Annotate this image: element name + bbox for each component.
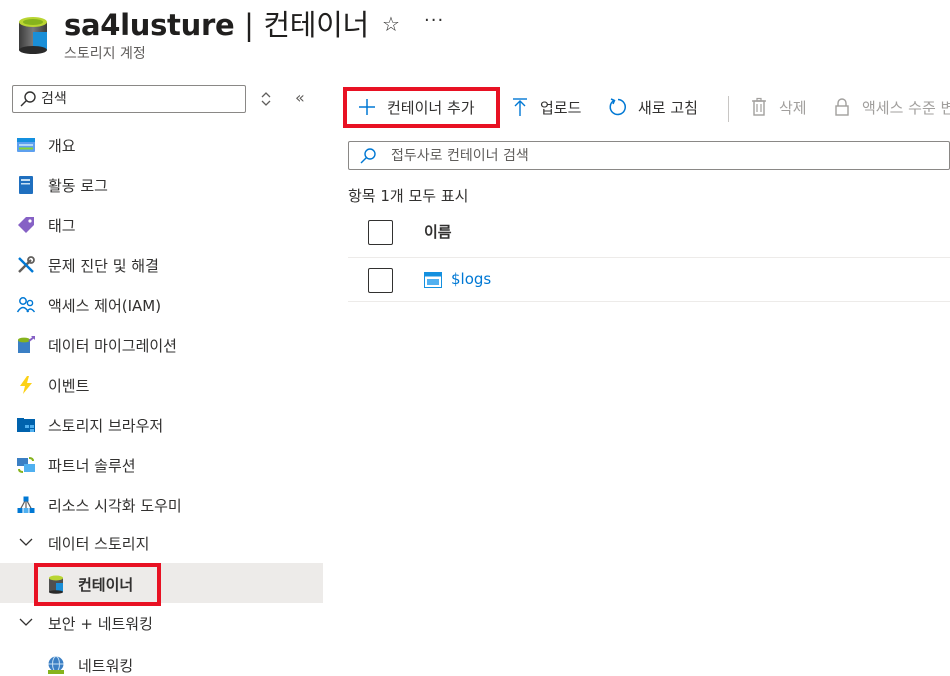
lightning-icon [20, 376, 32, 394]
sidebar-item-tags[interactable]: 태그 [0, 204, 323, 244]
upload-button[interactable]: 업로드 [510, 87, 581, 127]
sidebar-item-events[interactable]: 이벤트 [0, 364, 323, 404]
toolbar-divider [728, 96, 729, 122]
partner-icon [17, 457, 35, 473]
title-separator: | [244, 8, 254, 42]
page-header: sa4lusture | 컨테이너 ☆ ··· 스토리지 계정 [0, 0, 950, 70]
container-filter-input[interactable] [391, 145, 911, 167]
select-all-checkbox[interactable] [368, 220, 393, 245]
title-section: 컨테이너 [263, 8, 369, 42]
overview-icon [17, 138, 35, 152]
delete-button[interactable]: 삭제 [749, 87, 807, 127]
container-row-icon [424, 272, 442, 288]
data-migration-icon [18, 336, 35, 353]
sidebar-item-partner-solutions[interactable]: 파트너 솔루션 [0, 444, 323, 484]
sidebar-item-diagnose[interactable]: 문제 진단 및 해결 [0, 244, 323, 284]
trash-icon [752, 97, 766, 116]
item-count: 항목 1개 모두 표시 [348, 187, 469, 205]
sidebar-item-storage-browser[interactable]: 스토리지 브라우저 [0, 404, 323, 444]
diagnose-icon [18, 256, 35, 273]
sidebar-group-data-storage[interactable]: 데이터 스토리지 [0, 522, 323, 562]
storage-browser-icon [17, 418, 35, 432]
sidebar-item-label: 문제 진단 및 해결 [48, 257, 159, 275]
row-checkbox[interactable] [368, 268, 393, 293]
ellipsis-icon[interactable]: ··· [424, 10, 444, 31]
sidebar-item-label: 스토리지 브라우저 [48, 417, 164, 435]
sidebar-item-label: 리소스 시각화 도우미 [48, 497, 182, 515]
chevron-down-icon [19, 618, 33, 626]
sidebar-item-iam[interactable]: 액세스 제어(IAM) [0, 284, 323, 324]
sidebar-group-label: 보안 + 네트워킹 [48, 615, 153, 633]
sidebar-item-label: 액세스 제어(IAM) [48, 297, 162, 315]
iam-icon [16, 297, 36, 313]
table-row[interactable]: $logs [348, 258, 950, 302]
sidebar-item-label: 파트너 솔루션 [48, 457, 136, 475]
search-icon [20, 91, 36, 107]
upload-icon [513, 98, 527, 116]
networking-icon [48, 656, 64, 674]
collapse-sidebar-icon[interactable]: « [295, 88, 305, 107]
plus-icon [359, 99, 375, 115]
sidebar-group-label: 데이터 스토리지 [48, 535, 150, 553]
sidebar-item-label: 개요 [48, 137, 76, 155]
sort-updown-icon[interactable] [259, 90, 273, 108]
change-access-level-button[interactable]: 액세스 수준 변경 [832, 87, 950, 127]
sidebar-item-label: 태그 [48, 217, 76, 235]
refresh-icon [609, 98, 626, 116]
sidebar-group-security-networking[interactable]: 보안 + 네트워킹 [0, 602, 323, 642]
refresh-button[interactable]: 새로 고침 [608, 87, 698, 127]
column-header-name[interactable]: 이름 [424, 221, 452, 242]
tag-icon [18, 217, 34, 233]
search-icon [360, 148, 376, 164]
sidebar-search-input[interactable] [41, 88, 241, 110]
container-icon [49, 575, 63, 594]
sidebar-item-activity-log[interactable]: 활동 로그 [0, 164, 323, 204]
sidebar-item-label: 네트워킹 [78, 657, 134, 675]
activity-log-icon [19, 176, 33, 194]
resource-visualizer-icon [17, 496, 35, 513]
sidebar-item-data-migration[interactable]: 데이터 마이그레이션 [0, 324, 323, 364]
add-container-label: 컨테이너 추가 [387, 98, 475, 117]
container-name-link[interactable]: $logs [451, 270, 491, 288]
sidebar-search[interactable] [12, 85, 246, 113]
sidebar-item-label: 컨테이너 [78, 576, 134, 594]
command-bar: 컨테이너 추가 업로드 새로 고침 삭제 액세스 수준 변경 [343, 87, 950, 127]
page-subtitle: 스토리지 계정 [64, 46, 146, 62]
page-title: sa4lusture | 컨테이너 [64, 8, 369, 42]
sidebar-item-label: 이벤트 [48, 377, 90, 395]
sidebar-item-resource-visualizer[interactable]: 리소스 시각화 도우미 [0, 484, 323, 524]
sidebar-item-label: 활동 로그 [48, 177, 108, 195]
storage-account-icon [19, 17, 47, 54]
sidebar-item-networking[interactable]: 네트워킹 [0, 644, 323, 676]
table-header-row: 이름 [348, 210, 950, 258]
delete-label: 삭제 [779, 98, 807, 117]
lock-icon [835, 98, 849, 116]
add-container-button[interactable]: 컨테이너 추가 [357, 87, 475, 127]
star-icon[interactable]: ☆ [382, 12, 400, 36]
upload-label: 업로드 [540, 98, 582, 117]
sidebar-item-label: 데이터 마이그레이션 [48, 337, 177, 355]
sidebar-item-containers[interactable]: 컨테이너 [0, 563, 323, 603]
container-filter[interactable] [348, 141, 950, 170]
refresh-label: 새로 고침 [638, 98, 698, 117]
chevron-down-icon [19, 538, 33, 546]
sidebar-item-overview[interactable]: 개요 [0, 124, 323, 164]
change-access-level-label: 액세스 수준 변경 [862, 98, 950, 117]
